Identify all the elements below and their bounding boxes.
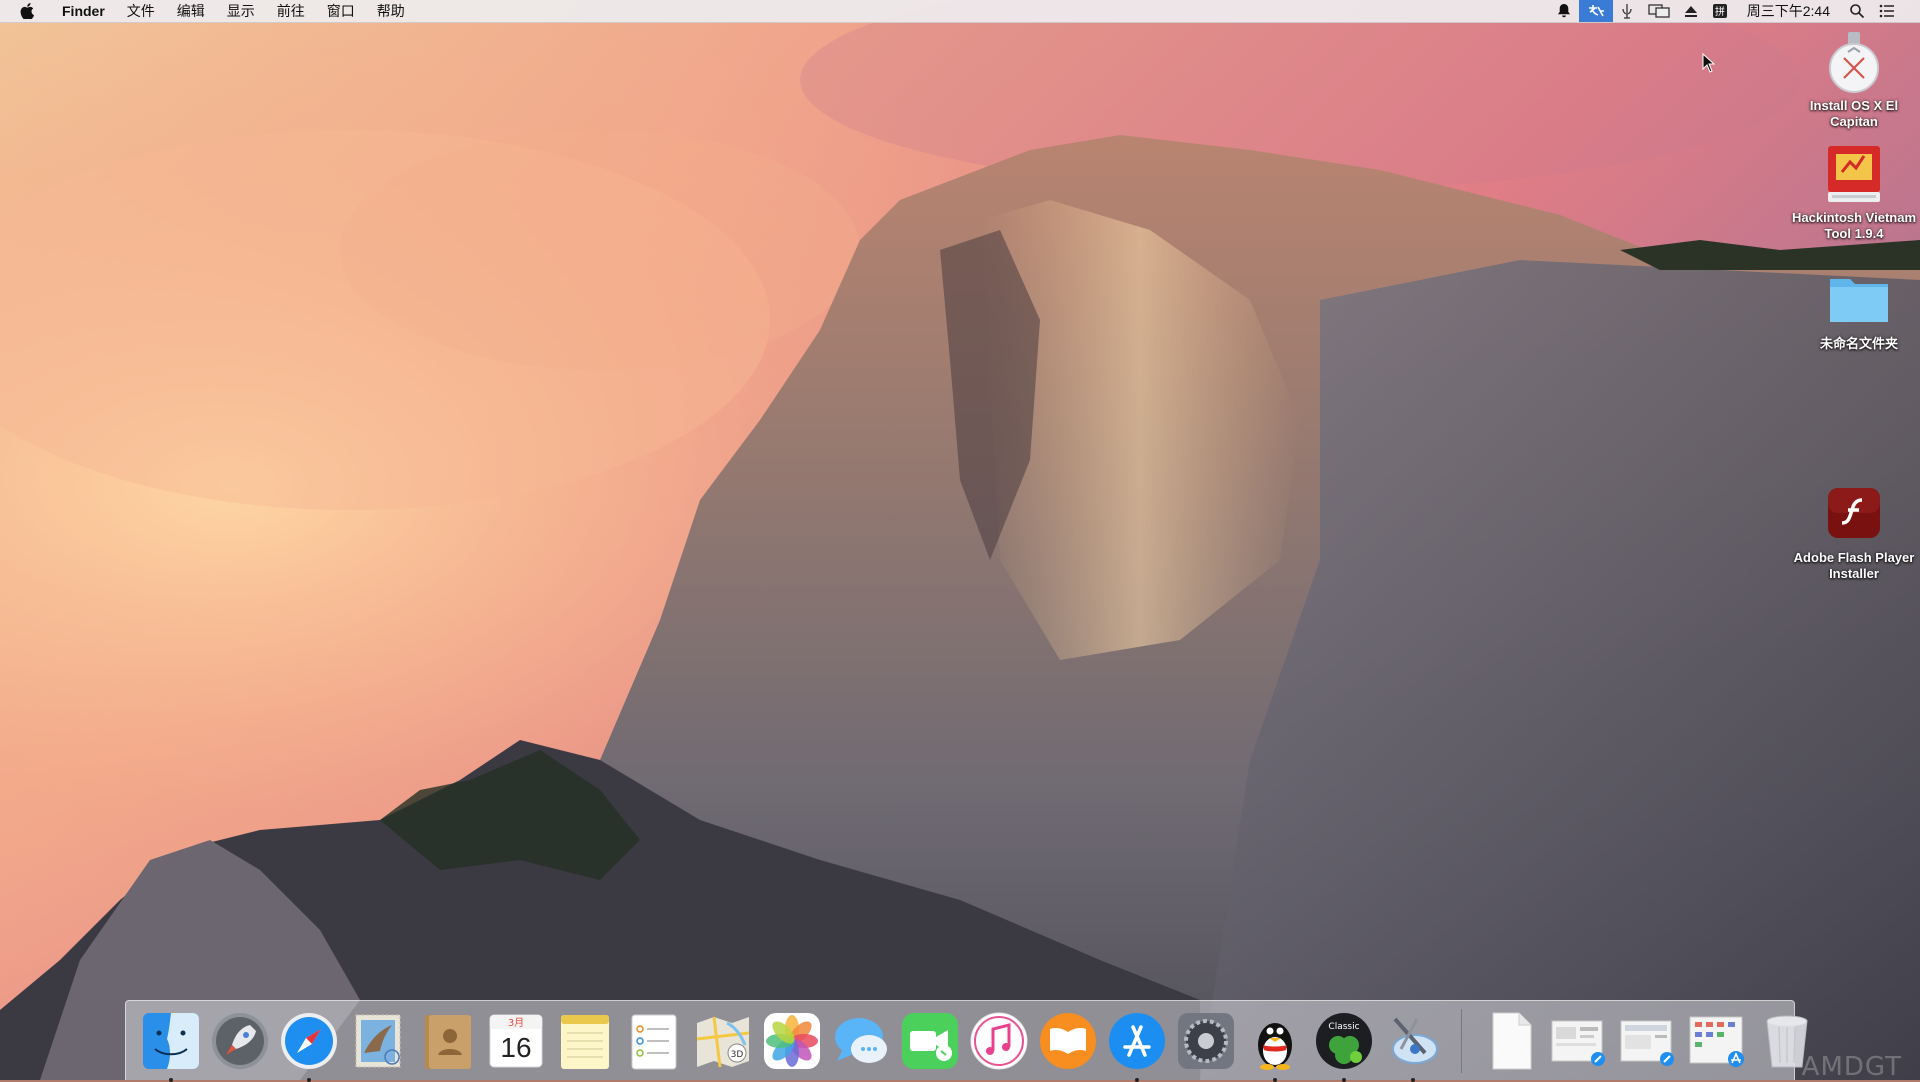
- desktop-icon-label: Install OS X El Capitan: [1809, 98, 1899, 129]
- satellite-tool-icon: [1391, 1017, 1438, 1064]
- spotlight-search-icon[interactable]: [1842, 0, 1872, 22]
- penguin-icon: [1257, 1022, 1292, 1070]
- downloads-stack-3-item[interactable]: [1686, 1009, 1750, 1073]
- downloads-stack-1-item[interactable]: [1548, 1009, 1612, 1073]
- install-disk-icon: [1822, 30, 1886, 94]
- document-stack-item[interactable]: [1479, 1009, 1543, 1073]
- maps-icon: 3D: [696, 1016, 749, 1067]
- notification-center-icon[interactable]: [1872, 0, 1902, 22]
- menu-clock[interactable]: 周三下午2:44: [1735, 1, 1842, 21]
- screenshot-stack-icon: [1620, 1020, 1674, 1066]
- watermark-text: AMDGT: [1801, 1052, 1902, 1082]
- menu-file[interactable]: 文件: [116, 0, 166, 22]
- menu-help[interactable]: 帮助: [366, 0, 416, 22]
- qq-dock-item[interactable]: [1243, 1009, 1307, 1082]
- open-book-icon: [1039, 1012, 1096, 1069]
- ibooks-dock-item[interactable]: [1036, 1009, 1100, 1073]
- display-mirror-icon[interactable]: [1641, 0, 1677, 22]
- video-camera-icon: [901, 1012, 958, 1069]
- app-store-icon: [1108, 1012, 1165, 1069]
- downloads-stack-2-item[interactable]: [1617, 1009, 1681, 1073]
- desktop-icon-label: 未命名文件夹: [1819, 336, 1898, 351]
- menu-app-finder[interactable]: Finder: [54, 0, 116, 22]
- maps-badge: 3D: [730, 1050, 743, 1060]
- calendar-month: 3月: [507, 1017, 523, 1029]
- desktop-install-osx[interactable]: Install OS X El Capitan: [1789, 30, 1919, 130]
- mail-dock-item[interactable]: [346, 1009, 410, 1073]
- dock: 3月 16 3D Classic: [125, 1000, 1807, 1082]
- desktop-icon-label: Hackintosh Vietnam Tool 1.9.4: [1791, 210, 1917, 241]
- menu-go[interactable]: 前往: [266, 0, 316, 22]
- reminders-list-icon: [631, 1014, 676, 1069]
- finder-icon: [142, 1012, 199, 1069]
- desktop-flash-installer[interactable]: Adobe Flash Player Installer: [1789, 482, 1919, 582]
- mouse-cursor-icon: [1702, 52, 1716, 78]
- input-method-icon[interactable]: [1578, 0, 1613, 22]
- calendar-day: 16: [500, 1032, 531, 1063]
- compass-icon: [280, 1012, 337, 1069]
- clover-badge: Classic: [1328, 1022, 1359, 1032]
- folder-icon: [1827, 268, 1891, 332]
- photos-pinwheel-icon: [763, 1012, 820, 1069]
- desktop-hackintosh-tool[interactable]: Hackintosh Vietnam Tool 1.9.4: [1789, 142, 1919, 242]
- desktop-untitled-folder[interactable]: 未命名文件夹: [1794, 268, 1920, 352]
- flash-icon: [1822, 482, 1886, 546]
- screenshot-stack-icon: [1551, 1020, 1605, 1066]
- calendar-icon: 3月 16: [489, 1014, 542, 1067]
- menu-view[interactable]: 显示: [216, 0, 266, 22]
- notification-bell-icon[interactable]: [1549, 0, 1579, 22]
- blank-document-icon: [1492, 1012, 1531, 1069]
- notes-icon: [560, 1014, 609, 1069]
- gear-icon: [1177, 1012, 1234, 1069]
- appstore-dock-item[interactable]: [1105, 1009, 1169, 1082]
- reminders-dock-item[interactable]: [622, 1009, 686, 1073]
- utility-dock-item[interactable]: [1381, 1009, 1445, 1082]
- calendar-dock-item[interactable]: 3月 16: [484, 1009, 548, 1073]
- chat-bubble-icon: [834, 1017, 887, 1063]
- contacts-book-icon: [424, 1014, 471, 1069]
- safari-dock-item[interactable]: [277, 1009, 341, 1082]
- apple-logo-icon[interactable]: [20, 3, 40, 19]
- notes-dock-item[interactable]: [553, 1009, 617, 1073]
- music-note-icon: [970, 1012, 1027, 1069]
- mail-stamp-icon: [355, 1014, 400, 1067]
- menu-window[interactable]: 窗口: [316, 0, 366, 22]
- eject-icon[interactable]: [1677, 0, 1705, 22]
- maps-dock-item[interactable]: 3D: [691, 1009, 755, 1073]
- app-grid-stack-icon: [1689, 1016, 1744, 1067]
- finder-dock-item[interactable]: [139, 1009, 203, 1082]
- itunes-dock-item[interactable]: [967, 1009, 1031, 1073]
- dock-separator: [1461, 1008, 1462, 1073]
- hackintosh-package-icon: [1822, 142, 1886, 206]
- facetime-dock-item[interactable]: [898, 1009, 962, 1073]
- svg-text:拼: 拼: [1715, 5, 1725, 18]
- desktop-icon-label: Adobe Flash Player Installer: [1793, 550, 1915, 581]
- menu-bar: Finder 文件 编辑 显示 前往 窗口 帮助 拼 周三下午2:44: [0, 0, 1920, 23]
- launchpad-dock-item[interactable]: [208, 1009, 272, 1073]
- rocket-icon: [211, 1012, 268, 1069]
- keyboard-icon[interactable]: 拼: [1705, 0, 1735, 22]
- system-preferences-dock-item[interactable]: [1174, 1009, 1238, 1073]
- voice-icon[interactable]: [1613, 0, 1641, 22]
- clover-icon: Classic: [1315, 1012, 1372, 1069]
- contacts-dock-item[interactable]: [415, 1009, 479, 1073]
- desktop-wallpaper: [0, 0, 1920, 1080]
- clover-dock-item[interactable]: Classic: [1312, 1009, 1376, 1082]
- messages-dock-item[interactable]: [829, 1009, 893, 1073]
- photos-dock-item[interactable]: [760, 1009, 824, 1073]
- menu-edit[interactable]: 编辑: [166, 0, 216, 22]
